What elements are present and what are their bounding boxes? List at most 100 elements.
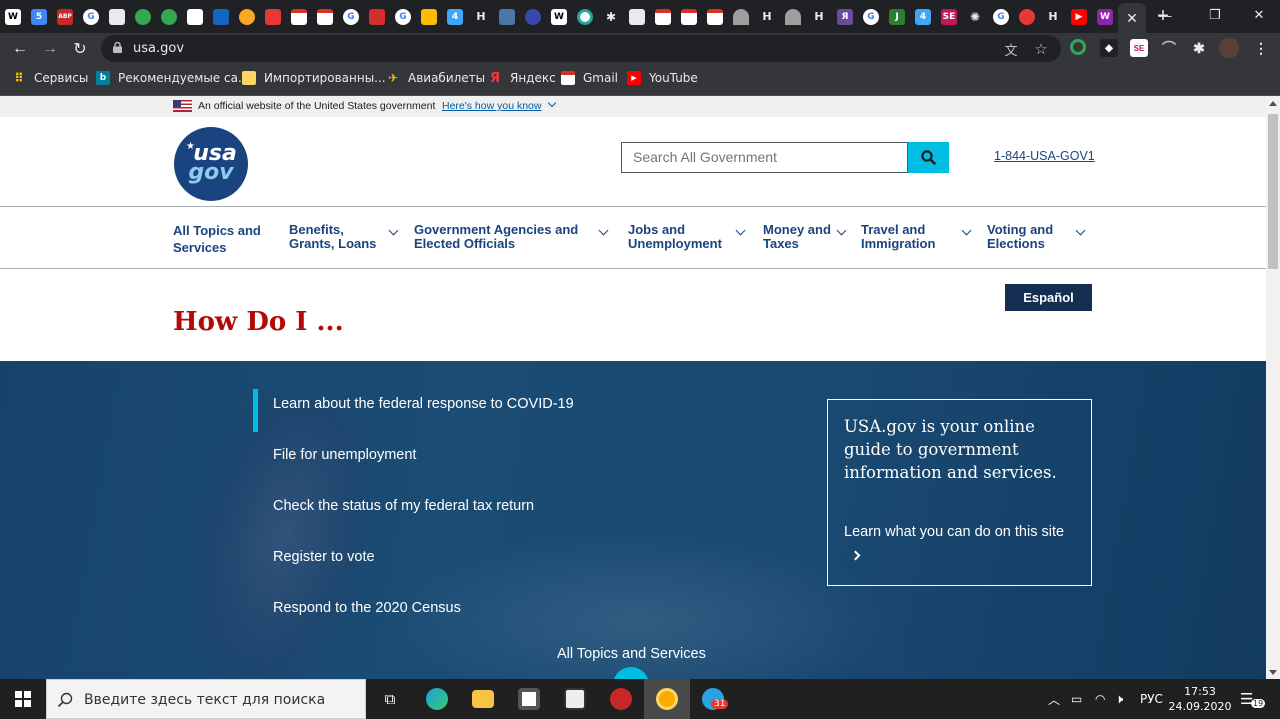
show-hidden-icons[interactable]: ︿	[1048, 679, 1060, 719]
reload-button[interactable]: ↻	[68, 37, 92, 61]
bookmark-star-icon[interactable]: ☆	[1032, 40, 1050, 58]
nav-government-agencies[interactable]: Government Agencies and Elected Official…	[414, 223, 578, 251]
phone-link[interactable]: 1-844-USA-GOV1	[994, 149, 1095, 163]
tab[interactable]	[208, 0, 234, 33]
extension-icon[interactable]: ◆	[1100, 39, 1118, 57]
telegram-icon[interactable]: 31	[690, 679, 736, 719]
extension-icon[interactable]: SE	[1130, 39, 1148, 57]
tab[interactable]: ✱	[598, 0, 624, 33]
tab[interactable]	[1014, 0, 1040, 33]
page-scrollbar[interactable]	[1266, 96, 1280, 679]
tab[interactable]: H	[1040, 0, 1066, 33]
tab[interactable]: Я	[832, 0, 858, 33]
tab[interactable]	[520, 0, 546, 33]
tab[interactable]: SE	[936, 0, 962, 33]
store-icon[interactable]	[506, 679, 552, 719]
tab[interactable]: J	[884, 0, 910, 33]
tab[interactable]	[780, 0, 806, 33]
minimize-button[interactable]: —	[1142, 0, 1188, 30]
chevron-down-icon[interactable]	[388, 225, 399, 236]
usagov-logo[interactable]: ★ usa gov	[174, 127, 248, 201]
tab[interactable]	[676, 0, 702, 33]
bookmark-yandex[interactable]: Я Яндекс	[488, 71, 556, 86]
volume-icon[interactable]: 🕨	[1115, 679, 1123, 719]
nav-money[interactable]: Money and Taxes	[763, 223, 831, 251]
chevron-down-icon[interactable]	[547, 98, 557, 108]
nav-benefits[interactable]: Benefits, Grants, Loans	[289, 223, 376, 251]
search-input[interactable]: Search All Government	[621, 142, 908, 173]
tab[interactable]	[260, 0, 286, 33]
extensions-puzzle-icon[interactable]: ✱	[1190, 39, 1208, 57]
scroll-up-arrow-icon[interactable]	[1269, 101, 1277, 106]
tab[interactable]: G	[858, 0, 884, 33]
all-topics-services-link[interactable]: All Topics and Services	[557, 646, 706, 662]
tab[interactable]: H	[468, 0, 494, 33]
how-link-tax-return[interactable]: Check the status of my federal tax retur…	[273, 498, 534, 514]
chevron-down-icon[interactable]	[1075, 225, 1086, 236]
extension-icon[interactable]	[1070, 39, 1086, 55]
espanol-button[interactable]: Español	[1005, 284, 1092, 311]
how-link-census[interactable]: Respond to the 2020 Census	[273, 600, 461, 616]
battery-icon[interactable]: ▭	[1071, 679, 1082, 719]
tab[interactable]	[572, 0, 598, 33]
tab[interactable]: W	[0, 0, 26, 33]
edge-icon[interactable]	[414, 679, 460, 719]
tab[interactable]	[286, 0, 312, 33]
tab[interactable]	[728, 0, 754, 33]
nav-travel[interactable]: Travel and Immigration	[861, 223, 935, 251]
tab[interactable]	[104, 0, 130, 33]
tab[interactable]	[416, 0, 442, 33]
extension-icon[interactable]: ⌒	[1160, 39, 1178, 57]
learn-what-you-can-do-link[interactable]: Learn what you can do on this site	[844, 520, 1074, 568]
tab[interactable]: G	[78, 0, 104, 33]
tab[interactable]	[702, 0, 728, 33]
game-app-icon[interactable]	[598, 679, 644, 719]
notifications-icon[interactable]: ☰ 19	[1240, 679, 1266, 719]
nav-jobs[interactable]: Jobs and Unemployment	[628, 223, 722, 251]
heres-how-you-know-link[interactable]: Here's how you know	[442, 100, 541, 112]
chevron-down-icon[interactable]	[961, 225, 972, 236]
tab[interactable]: ✺	[962, 0, 988, 33]
tab[interactable]: 4	[910, 0, 936, 33]
search-button[interactable]	[908, 142, 949, 173]
nav-voting[interactable]: Voting and Elections	[987, 223, 1053, 251]
tab[interactable]: H	[754, 0, 780, 33]
wifi-icon[interactable]: ◠	[1095, 679, 1105, 719]
profile-avatar[interactable]	[1219, 38, 1239, 58]
tab[interactable]: W	[1092, 0, 1118, 33]
bookmark-services[interactable]: ⠿ Сервисы	[12, 71, 88, 85]
tab[interactable]	[650, 0, 676, 33]
tab[interactable]: 5	[26, 0, 52, 33]
chevron-down-icon[interactable]	[598, 225, 609, 236]
tab[interactable]: ▶	[1066, 0, 1092, 33]
how-link-unemployment[interactable]: File for unemployment	[273, 447, 416, 463]
bookmark-youtube[interactable]: ▶ YouTube	[627, 71, 698, 85]
close-window-button[interactable]: ✕	[1236, 0, 1280, 30]
tab[interactable]	[156, 0, 182, 33]
tab[interactable]	[494, 0, 520, 33]
restore-button[interactable]: ❐	[1192, 0, 1238, 30]
bookmark-aviabilety[interactable]: ✈ Авиабилеты	[386, 71, 485, 85]
tab[interactable]	[312, 0, 338, 33]
tab[interactable]: H	[806, 0, 832, 33]
tab[interactable]: G	[988, 0, 1014, 33]
scroll-down-arrow-icon[interactable]	[1269, 670, 1277, 675]
tab[interactable]: W	[546, 0, 572, 33]
tab[interactable]: G	[390, 0, 416, 33]
tab[interactable]	[624, 0, 650, 33]
app-icon[interactable]	[552, 679, 598, 719]
tab[interactable]: 4	[442, 0, 468, 33]
tab[interactable]: G	[338, 0, 364, 33]
scrollbar-thumb[interactable]	[1268, 114, 1278, 269]
back-button[interactable]: ←	[8, 37, 32, 61]
chevron-down-icon[interactable]	[735, 225, 746, 236]
bookmark-recommended[interactable]: b Рекомендуемые са...	[96, 71, 249, 85]
how-link-covid[interactable]: Learn about the federal response to COVI…	[273, 396, 574, 412]
chrome-canary-icon[interactable]	[644, 679, 690, 719]
tab[interactable]	[182, 0, 208, 33]
tab[interactable]	[364, 0, 390, 33]
file-explorer-icon[interactable]	[460, 679, 506, 719]
bookmark-imported[interactable]: Импортированны...	[242, 71, 386, 85]
chevron-down-icon[interactable]	[836, 225, 847, 236]
nav-all-topics[interactable]: All Topics and Services	[173, 224, 261, 255]
